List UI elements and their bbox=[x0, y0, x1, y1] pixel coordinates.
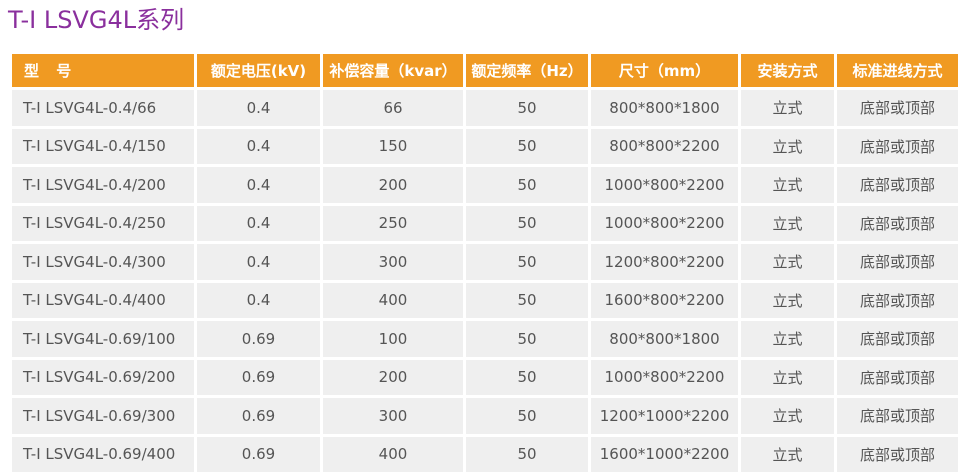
cell-rated-voltage: 0.69 bbox=[197, 359, 320, 395]
cell-rated-frequency: 50 bbox=[466, 321, 588, 357]
page-title: T-I LSVG4L系列 bbox=[8, 6, 185, 34]
cell-compensation-capacity: 150 bbox=[323, 128, 463, 164]
cell-compensation-capacity: 200 bbox=[323, 167, 463, 203]
cell-installation: 立式 bbox=[741, 436, 834, 472]
cell-dimensions: 1200*800*2200 bbox=[591, 244, 738, 280]
cell-compensation-capacity: 100 bbox=[323, 321, 463, 357]
cell-rated-voltage: 0.4 bbox=[197, 282, 320, 318]
table-row: T-I LSVG4L-0.4/250 0.4 250 50 1000*800*2200 立… bbox=[12, 205, 958, 241]
cell-model: T-I LSVG4L-0.69/300 bbox=[12, 398, 194, 434]
cell-rated-voltage: 0.69 bbox=[197, 398, 320, 434]
cell-rated-voltage: 0.4 bbox=[197, 244, 320, 280]
cell-compensation-capacity: 400 bbox=[323, 282, 463, 318]
table-row: T-I LSVG4L-0.4/200 0.4 200 50 1000*800*2200 立… bbox=[12, 167, 958, 203]
header-compensation-capacity: 补偿容量（kvar） bbox=[323, 54, 463, 87]
cell-dimensions: 1200*1000*2200 bbox=[591, 398, 738, 434]
cell-dimensions: 1000*800*2200 bbox=[591, 359, 738, 395]
header-rated-voltage: 额定电压(kV) bbox=[197, 54, 320, 87]
cell-model: T-I LSVG4L-0.4/200 bbox=[12, 167, 194, 203]
cell-cable-entry: 底部或顶部 bbox=[837, 282, 958, 318]
cell-installation: 立式 bbox=[741, 128, 834, 164]
cell-installation: 立式 bbox=[741, 398, 834, 434]
cell-dimensions: 800*800*1800 bbox=[591, 90, 738, 126]
cell-cable-entry: 底部或顶部 bbox=[837, 398, 958, 434]
cell-rated-frequency: 50 bbox=[466, 205, 588, 241]
header-rated-frequency: 额定频率（Hz） bbox=[466, 54, 588, 87]
cell-compensation-capacity: 400 bbox=[323, 436, 463, 472]
cell-installation: 立式 bbox=[741, 321, 834, 357]
cell-installation: 立式 bbox=[741, 167, 834, 203]
cell-compensation-capacity: 250 bbox=[323, 205, 463, 241]
cell-cable-entry: 底部或顶部 bbox=[837, 436, 958, 472]
cell-cable-entry: 底部或顶部 bbox=[837, 359, 958, 395]
cell-rated-voltage: 0.69 bbox=[197, 321, 320, 357]
header-installation: 安装方式 bbox=[741, 54, 834, 87]
cell-cable-entry: 底部或顶部 bbox=[837, 128, 958, 164]
cell-rated-frequency: 50 bbox=[466, 244, 588, 280]
cell-model: T-I LSVG4L-0.69/400 bbox=[12, 436, 194, 472]
table-row: T-I LSVG4L-0.4/400 0.4 400 50 1600*800*2200 立… bbox=[12, 282, 958, 318]
header-cable-entry: 标准进线方式 bbox=[837, 54, 958, 87]
cell-rated-frequency: 50 bbox=[466, 436, 588, 472]
cell-dimensions: 1000*800*2200 bbox=[591, 167, 738, 203]
cell-dimensions: 800*800*1800 bbox=[591, 321, 738, 357]
cell-dimensions: 1600*1000*2200 bbox=[591, 436, 738, 472]
cell-dimensions: 1000*800*2200 bbox=[591, 205, 738, 241]
cell-installation: 立式 bbox=[741, 205, 834, 241]
header-dimensions: 尺寸（mm） bbox=[591, 54, 738, 87]
cell-model: T-I LSVG4L-0.4/400 bbox=[12, 282, 194, 318]
table-row: T-I LSVG4L-0.69/100 0.69 100 50 800*800*1800… bbox=[12, 321, 958, 357]
cell-installation: 立式 bbox=[741, 359, 834, 395]
cell-cable-entry: 底部或顶部 bbox=[837, 205, 958, 241]
cell-rated-voltage: 0.69 bbox=[197, 436, 320, 472]
table-row: T-I LSVG4L-0.69/400 0.69 400 50 1600*1000*22… bbox=[12, 436, 958, 472]
cell-rated-frequency: 50 bbox=[466, 282, 588, 318]
table-row: T-I LSVG4L-0.4/300 0.4 300 50 1200*800*2200 立… bbox=[12, 244, 958, 280]
cell-model: T-I LSVG4L-0.69/100 bbox=[12, 321, 194, 357]
cell-dimensions: 1600*800*2200 bbox=[591, 282, 738, 318]
table-row: T-I LSVG4L-0.4/66 0.4 66 50 800*800*1800 立式 底部… bbox=[12, 90, 958, 126]
cell-rated-voltage: 0.4 bbox=[197, 90, 320, 126]
cell-installation: 立式 bbox=[741, 282, 834, 318]
table-row: T-I LSVG4L-0.69/300 0.69 300 50 1200*1000*22… bbox=[12, 398, 958, 434]
cell-cable-entry: 底部或顶部 bbox=[837, 321, 958, 357]
cell-rated-voltage: 0.4 bbox=[197, 205, 320, 241]
cell-rated-frequency: 50 bbox=[466, 90, 588, 126]
cell-compensation-capacity: 300 bbox=[323, 244, 463, 280]
cell-rated-frequency: 50 bbox=[466, 128, 588, 164]
cell-cable-entry: 底部或顶部 bbox=[837, 244, 958, 280]
cell-installation: 立式 bbox=[741, 90, 834, 126]
cell-cable-entry: 底部或顶部 bbox=[837, 90, 958, 126]
cell-rated-frequency: 50 bbox=[466, 167, 588, 203]
cell-model: T-I LSVG4L-0.4/300 bbox=[12, 244, 194, 280]
table-header: 型 号 额定电压(kV) 补偿容量（kvar） 额定频率（Hz） 尺寸（mm） … bbox=[12, 54, 958, 87]
cell-compensation-capacity: 66 bbox=[323, 90, 463, 126]
header-row: 型 号 额定电压(kV) 补偿容量（kvar） 额定频率（Hz） 尺寸（mm） … bbox=[12, 54, 958, 87]
cell-rated-voltage: 0.4 bbox=[197, 167, 320, 203]
cell-compensation-capacity: 200 bbox=[323, 359, 463, 395]
table-row: T-I LSVG4L-0.4/150 0.4 150 50 800*800*2200 立式… bbox=[12, 128, 958, 164]
cell-installation: 立式 bbox=[741, 244, 834, 280]
cell-dimensions: 800*800*2200 bbox=[591, 128, 738, 164]
cell-model: T-I LSVG4L-0.4/250 bbox=[12, 205, 194, 241]
cell-cable-entry: 底部或顶部 bbox=[837, 167, 958, 203]
cell-model: T-I LSVG4L-0.4/150 bbox=[12, 128, 194, 164]
table-row: T-I LSVG4L-0.69/200 0.69 200 50 1000*800*220… bbox=[12, 359, 958, 395]
header-model: 型 号 bbox=[12, 54, 194, 87]
table-body: T-I LSVG4L-0.4/66 0.4 66 50 800*800*1800 立式 底部… bbox=[12, 90, 958, 472]
cell-rated-voltage: 0.4 bbox=[197, 128, 320, 164]
cell-model: T-I LSVG4L-0.4/66 bbox=[12, 90, 194, 126]
cell-model: T-I LSVG4L-0.69/200 bbox=[12, 359, 194, 395]
cell-rated-frequency: 50 bbox=[466, 359, 588, 395]
cell-compensation-capacity: 300 bbox=[323, 398, 463, 434]
cell-rated-frequency: 50 bbox=[466, 398, 588, 434]
spec-table: 型 号 额定电压(kV) 补偿容量（kvar） 额定频率（Hz） 尺寸（mm） … bbox=[9, 51, 961, 475]
